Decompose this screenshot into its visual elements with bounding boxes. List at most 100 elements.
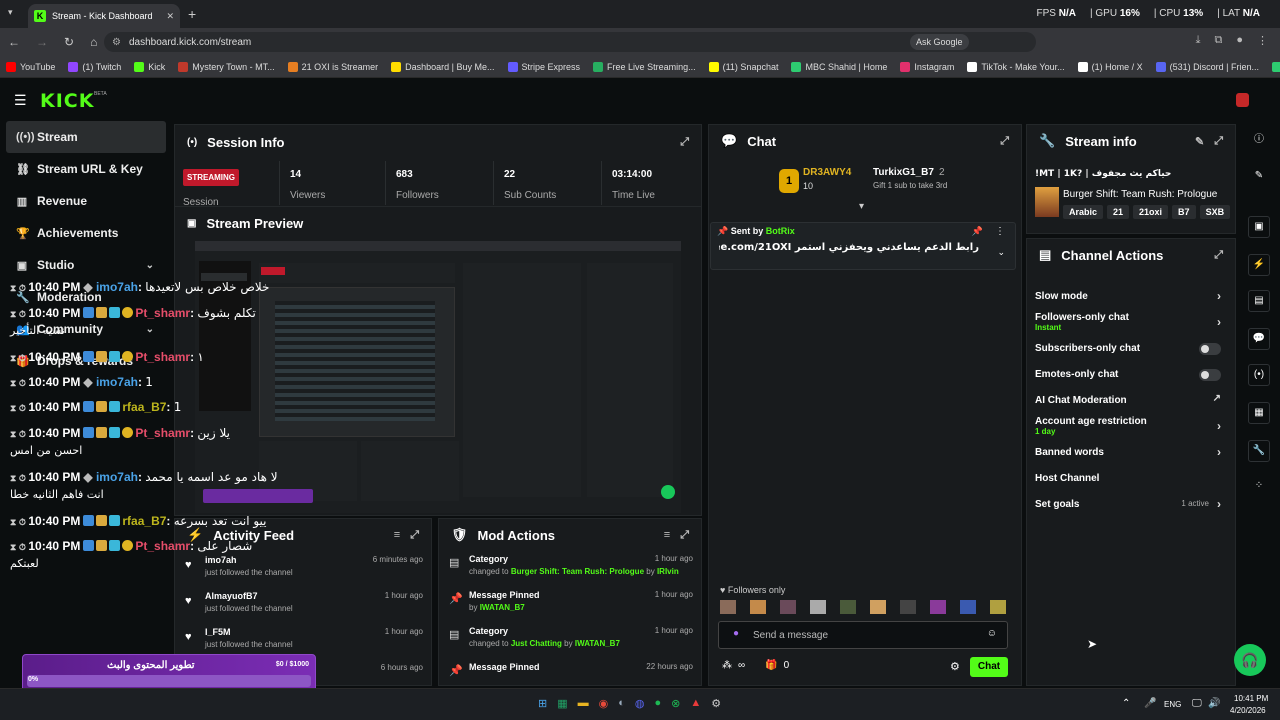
bookmark-item[interactable]: Free Live Streaming...: [593, 61, 696, 72]
channel-action-emotes-only-chat[interactable]: Emotes-only chat: [1027, 361, 1235, 387]
delete-message-icon[interactable]: ⧗ ⏱: [10, 429, 28, 439]
gift-icon[interactable]: 🎁: [765, 660, 777, 671]
extension-icon[interactable]: ⧉: [1214, 34, 1222, 47]
chat-username[interactable]: Pt_shamr: [135, 350, 190, 364]
channel-action-banned-words[interactable]: Banned words ›: [1027, 439, 1235, 465]
chat-icon[interactable]: 💬: [1248, 328, 1270, 350]
sidebar-item-stream[interactable]: ((•)) Stream: [6, 121, 166, 153]
mic-tray-icon[interactable]: 🎤: [1144, 698, 1156, 709]
external-link-icon[interactable]: ↗: [1213, 393, 1221, 404]
profile-icon[interactable]: ●: [1236, 34, 1243, 47]
apps-icon[interactable]: ⁘: [1248, 476, 1270, 498]
chat-message[interactable]: ⧗ ⏱ 10:40 PM rfaa_B7: ييو انت تعد بسرعه: [10, 514, 267, 528]
gifter-name[interactable]: DR3AWY4: [803, 167, 851, 178]
back-icon[interactable]: ←: [8, 35, 20, 49]
bookmark-item[interactable]: YouTube: [6, 61, 55, 72]
forward-icon[interactable]: →: [36, 35, 48, 49]
sidebar-item-studio[interactable]: ▣ Studio ⌄: [0, 249, 172, 281]
clock-time[interactable]: 10:41 PM: [1234, 694, 1268, 703]
clock-date[interactable]: 4/20/2026: [1230, 706, 1266, 715]
filter-icon[interactable]: ≡: [394, 529, 400, 541]
bookmark-item[interactable]: Dashboard | Buy Me...: [391, 61, 495, 72]
stream-tag[interactable]: 21oxi: [1133, 205, 1169, 219]
expand-icon[interactable]: ⤢: [680, 529, 689, 542]
user-avatar[interactable]: [1236, 93, 1249, 107]
menu-icon[interactable]: ⋮: [1257, 34, 1268, 47]
pinned-user[interactable]: BotRix: [766, 226, 795, 236]
edit-icon[interactable]: ✎: [1195, 135, 1204, 148]
bookmark-item[interactable]: Kick: [134, 61, 165, 72]
home-icon[interactable]: ⌂: [90, 35, 97, 49]
bookmark-item[interactable]: 21 OXI is Streamer: [287, 61, 378, 72]
category-name[interactable]: Burger Shift: Team Rush: Prologue: [1063, 189, 1217, 200]
start-icon[interactable]: ⊞: [538, 697, 547, 710]
language-indicator[interactable]: ENG: [1164, 700, 1181, 709]
chat-message[interactable]: ⧗ ⏱ 10:40 PM Pt_shamr: ١: [10, 350, 204, 364]
detail-user[interactable]: IRIvin: [657, 567, 679, 576]
chevron-right-icon[interactable]: ›: [1217, 315, 1221, 329]
detail-user[interactable]: IWATAN_B7: [480, 603, 525, 612]
chat-message[interactable]: ⧗ ⏱ 10:40 PM ◆ imo7ah: 1: [10, 375, 153, 389]
channel-action-followers-only-chat[interactable]: Followers-only chat Instant ›: [1027, 309, 1235, 335]
site-info-icon[interactable]: ⚙: [112, 37, 121, 48]
chevron-right-icon[interactable]: ›: [1217, 497, 1221, 511]
channel-action-host-channel[interactable]: Host Channel: [1027, 465, 1235, 491]
xbox-icon[interactable]: ⊗: [671, 697, 680, 710]
unpin-icon[interactable]: 📌: [972, 226, 983, 237]
chat-username[interactable]: rfaa_B7: [122, 514, 166, 528]
detail-user[interactable]: IWATAN_B7: [575, 639, 620, 648]
more-options-icon[interactable]: ⋮: [995, 226, 1005, 237]
chat-message[interactable]: ⧗ ⏱ 10:40 PM ◆ imo7ah: خلاص خلاص بس لاتعي…: [10, 280, 269, 294]
bookmark-item[interactable]: (1) Twitch: [68, 61, 121, 72]
sidebar-item-achievements[interactable]: 🏆 Achievements: [0, 217, 172, 249]
new-tab-icon[interactable]: +: [188, 6, 196, 22]
chat-username[interactable]: Pt_shamr: [135, 306, 190, 320]
chat-username[interactable]: imo7ah: [96, 375, 138, 389]
tray-chevron-icon[interactable]: ⌃: [1122, 698, 1130, 709]
chat-message[interactable]: ⧗ ⏱ 10:40 PM ◆ imo7ah: لا هاد مو عد اسمه …: [10, 470, 278, 484]
edit-icon[interactable]: ✎: [1248, 166, 1270, 188]
volume-icon[interactable]: 🔊: [1208, 698, 1220, 709]
channel-action-slow-mode[interactable]: Slow mode ›: [1027, 283, 1235, 309]
channel-action-account-age-restriction[interactable]: Account age restriction 1 day ›: [1027, 413, 1235, 439]
bookmark-item[interactable]: Mystery Town - MT...: [178, 61, 275, 72]
chrome-icon[interactable]: ◉: [599, 697, 609, 710]
broadcast-icon[interactable]: (•): [1248, 364, 1270, 386]
browser-tab[interactable]: K Stream - Kick Dashboard ✕: [28, 4, 180, 28]
tab-list-icon[interactable]: ▾: [8, 7, 13, 18]
session-icon[interactable]: ▣: [1248, 216, 1270, 238]
chat-username[interactable]: imo7ah: [96, 280, 138, 294]
expand-icon[interactable]: ⤢: [1000, 135, 1009, 148]
bookmark-item[interactable]: CineHD - Your Ultim...: [1271, 61, 1280, 72]
bookmark-item[interactable]: (1) Home / X: [1077, 61, 1143, 72]
delete-message-icon[interactable]: ⧗ ⏱: [10, 473, 28, 483]
bookmark-item[interactable]: Stripe Express: [507, 61, 580, 72]
bookmark-item[interactable]: (531) Discord | Frien...: [1155, 61, 1259, 72]
channel-action-subscribers-only-chat[interactable]: Subscribers-only chat: [1027, 335, 1235, 361]
stream-tag[interactable]: 21: [1107, 205, 1130, 219]
info-icon[interactable]: ⓘ: [1248, 130, 1270, 152]
chevron-right-icon[interactable]: ›: [1217, 289, 1221, 303]
bookmark-item[interactable]: Instagram: [900, 61, 954, 72]
mic-icon[interactable]: ●: [733, 628, 739, 639]
expand-icon[interactable]: ⤢: [680, 136, 689, 149]
gifter-name[interactable]: TurkixG1_B7: [873, 167, 934, 178]
delete-message-icon[interactable]: ⧗ ⏱: [10, 309, 28, 319]
delete-message-icon[interactable]: ⧗ ⏱: [10, 542, 28, 552]
stream-tag[interactable]: B7: [1172, 205, 1196, 219]
document-icon[interactable]: ▤: [1248, 290, 1270, 312]
bookmark-item[interactable]: (11) Snapchat: [708, 61, 778, 72]
chat-username[interactable]: imo7ah: [96, 470, 138, 484]
chat-message[interactable]: ⧗ ⏱ 10:40 PM Pt_shamr: يلا زين: [10, 426, 230, 440]
chat-message[interactable]: ⧗ ⏱ 10:40 PM Pt_shamr: شصار على: [10, 539, 252, 553]
delete-message-icon[interactable]: ⧗ ⏱: [10, 353, 28, 363]
acrobat-icon[interactable]: ▲: [690, 697, 701, 710]
chat-message[interactable]: ⧗ ⏱ 10:40 PM Pt_shamr: تكلم بشوف: [10, 306, 256, 320]
explorer-icon[interactable]: ▬: [578, 697, 589, 710]
steam-icon[interactable]: ◐: [618, 697, 625, 710]
chevron-right-icon[interactable]: ›: [1217, 445, 1221, 459]
ask-google-button[interactable]: Ask Google: [910, 34, 969, 50]
expand-pinned-icon[interactable]: ⌄: [997, 247, 1005, 258]
emoji-icon[interactable]: ☺: [987, 628, 997, 639]
points-icon[interactable]: ⁂: [722, 660, 732, 671]
